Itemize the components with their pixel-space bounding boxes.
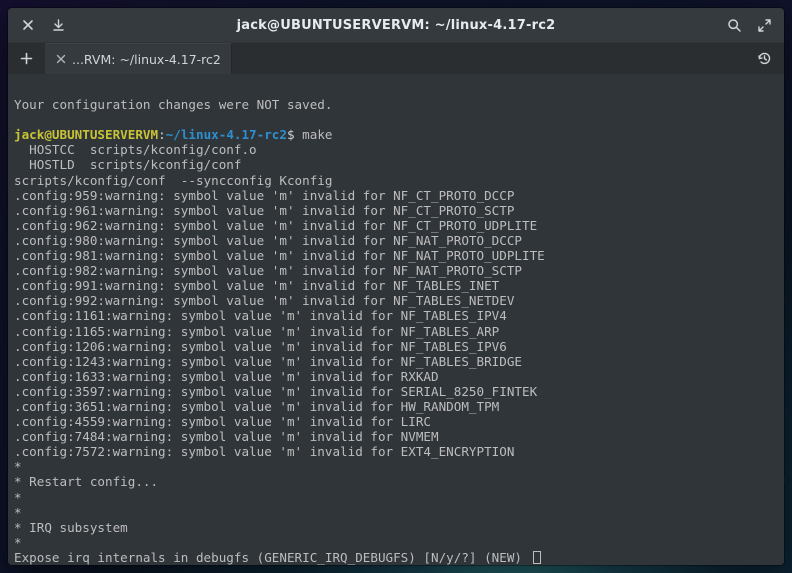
output-line: * (14, 459, 22, 474)
download-icon[interactable] (48, 15, 68, 35)
output-line: HOSTLD scripts/kconfig/conf (14, 157, 241, 172)
output-line: .config:1161:warning: symbol value 'm' i… (14, 308, 507, 323)
output-prompt-line: Expose irq internals in debugfs (GENERIC… (14, 550, 530, 565)
prompt-colon: : (158, 127, 166, 142)
output-line: * (14, 490, 22, 505)
output-line: .config:7572:warning: symbol value 'm' i… (14, 444, 514, 459)
tab-label: ...RVM: ~/linux-4.17-rc2 (72, 52, 221, 67)
tabbar: ...RVM: ~/linux-4.17-rc2 (8, 42, 784, 74)
output-line: .config:981:warning: symbol value 'm' in… (14, 248, 545, 263)
output-line: .config:1165:warning: symbol value 'm' i… (14, 324, 499, 339)
output-line: .config:991:warning: symbol value 'm' in… (14, 278, 499, 293)
output-line: * (14, 535, 22, 550)
maximize-icon[interactable] (754, 15, 774, 35)
output-line: Your configuration changes were NOT save… (14, 97, 332, 112)
new-tab-button[interactable] (8, 43, 46, 74)
output-line: .config:3651:warning: symbol value 'm' i… (14, 399, 499, 414)
output-line: .config:3597:warning: symbol value 'm' i… (14, 384, 537, 399)
prompt-dollar: $ (287, 127, 302, 142)
output-line: * (14, 505, 22, 520)
output-line: .config:961:warning: symbol value 'm' in… (14, 203, 514, 218)
output-line: * IRQ subsystem (14, 520, 128, 535)
output-line: HOSTCC scripts/kconfig/conf.o (14, 142, 257, 157)
output-line: .config:962:warning: symbol value 'm' in… (14, 218, 537, 233)
prompt-command: make (302, 127, 332, 142)
output-line: .config:959:warning: symbol value 'm' in… (14, 188, 514, 203)
close-icon[interactable] (18, 15, 38, 35)
titlebar: jack@UBUNTUSERVERVM: ~/linux-4.17-rc2 (8, 8, 784, 42)
cursor-block (533, 551, 541, 564)
terminal-window: jack@UBUNTUSERVERVM: ~/linux-4.17-rc2 ..… (8, 8, 784, 565)
output-line: .config:1243:warning: symbol value 'm' i… (14, 354, 522, 369)
output-line: * Restart config... (14, 474, 158, 489)
output-line: .config:4559:warning: symbol value 'm' i… (14, 414, 431, 429)
tab-close-icon[interactable] (56, 52, 66, 67)
prompt-user-host: jack@UBUNTUSERVERVM (14, 127, 158, 142)
terminal-output[interactable]: Your configuration changes were NOT save… (8, 74, 784, 565)
output-line: .config:982:warning: symbol value 'm' in… (14, 263, 522, 278)
output-line: scripts/kconfig/conf --syncconfig Kconfi… (14, 173, 332, 188)
prompt-path: ~/linux-4.17-rc2 (166, 127, 287, 142)
search-icon[interactable] (724, 15, 744, 35)
window-title: jack@UBUNTUSERVERVM: ~/linux-4.17-rc2 (78, 18, 714, 33)
output-line: .config:992:warning: symbol value 'm' in… (14, 293, 514, 308)
output-line: .config:980:warning: symbol value 'm' in… (14, 233, 522, 248)
output-line: .config:1633:warning: symbol value 'm' i… (14, 369, 439, 384)
tab-active[interactable]: ...RVM: ~/linux-4.17-rc2 (46, 43, 232, 74)
history-icon[interactable] (754, 49, 774, 69)
output-line: .config:1206:warning: symbol value 'm' i… (14, 339, 507, 354)
output-line: .config:7484:warning: symbol value 'm' i… (14, 429, 439, 444)
